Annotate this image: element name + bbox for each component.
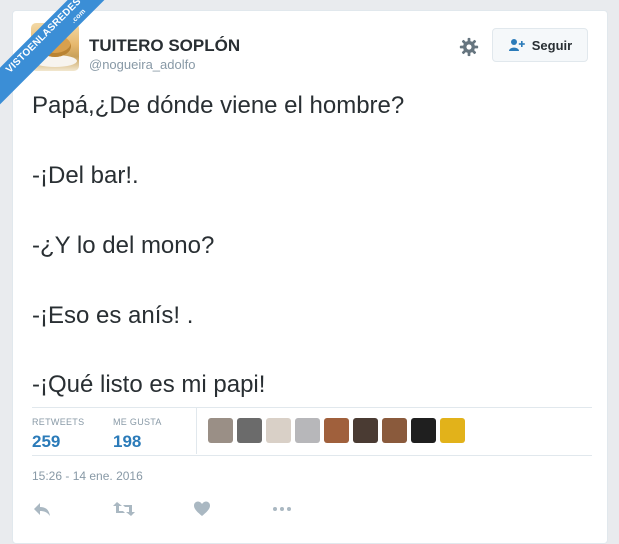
liker-avatars — [208, 418, 465, 443]
likes-count: 198 — [113, 432, 142, 451]
liker-avatar[interactable] — [295, 418, 320, 443]
follow-button[interactable]: Seguir — [492, 28, 588, 62]
retweets-label: RETWEETS — [32, 417, 85, 427]
follow-label: Seguir — [531, 37, 573, 53]
liker-avatar[interactable] — [266, 418, 291, 443]
divider-top — [32, 407, 592, 408]
watermark-line1: VISTOENLASREDES — [4, 0, 84, 76]
tweet-line: -¡Eso es anís! . — [32, 302, 194, 329]
retweets-stat[interactable]: RETWEETS 259 — [32, 417, 84, 452]
more-icon[interactable] — [272, 500, 292, 518]
add-user-icon — [508, 39, 525, 51]
retweets-count: 259 — [32, 432, 61, 451]
tweet-line: -¿Y lo del mono? — [32, 232, 215, 259]
liker-avatar[interactable] — [411, 418, 436, 443]
stats-separator — [196, 408, 197, 454]
divider-bottom — [32, 455, 592, 456]
likes-label: ME GUSTA — [113, 417, 162, 427]
reply-icon[interactable] — [32, 500, 52, 518]
tweet-line: -¡Qué listo es mi papi! — [32, 371, 266, 398]
liker-avatar[interactable] — [440, 418, 465, 443]
retweet-icon[interactable] — [112, 500, 136, 518]
liker-avatar[interactable] — [208, 418, 233, 443]
gear-icon[interactable] — [458, 36, 480, 58]
likes-stat[interactable]: ME GUSTA 198 — [113, 417, 162, 452]
watermark-ribbon: VISTOENLASREDES .com — [0, 0, 130, 130]
watermark-text: VISTOENLASREDES .com — [0, 0, 117, 109]
tweet-timestamp[interactable]: 15:26 - 14 ene. 2016 — [32, 469, 143, 483]
tweet-line: -¡Del bar!. — [32, 162, 139, 189]
liker-avatar[interactable] — [324, 418, 349, 443]
liker-avatar[interactable] — [237, 418, 262, 443]
liker-avatar[interactable] — [353, 418, 378, 443]
like-icon[interactable] — [193, 500, 211, 518]
liker-avatar[interactable] — [382, 418, 407, 443]
